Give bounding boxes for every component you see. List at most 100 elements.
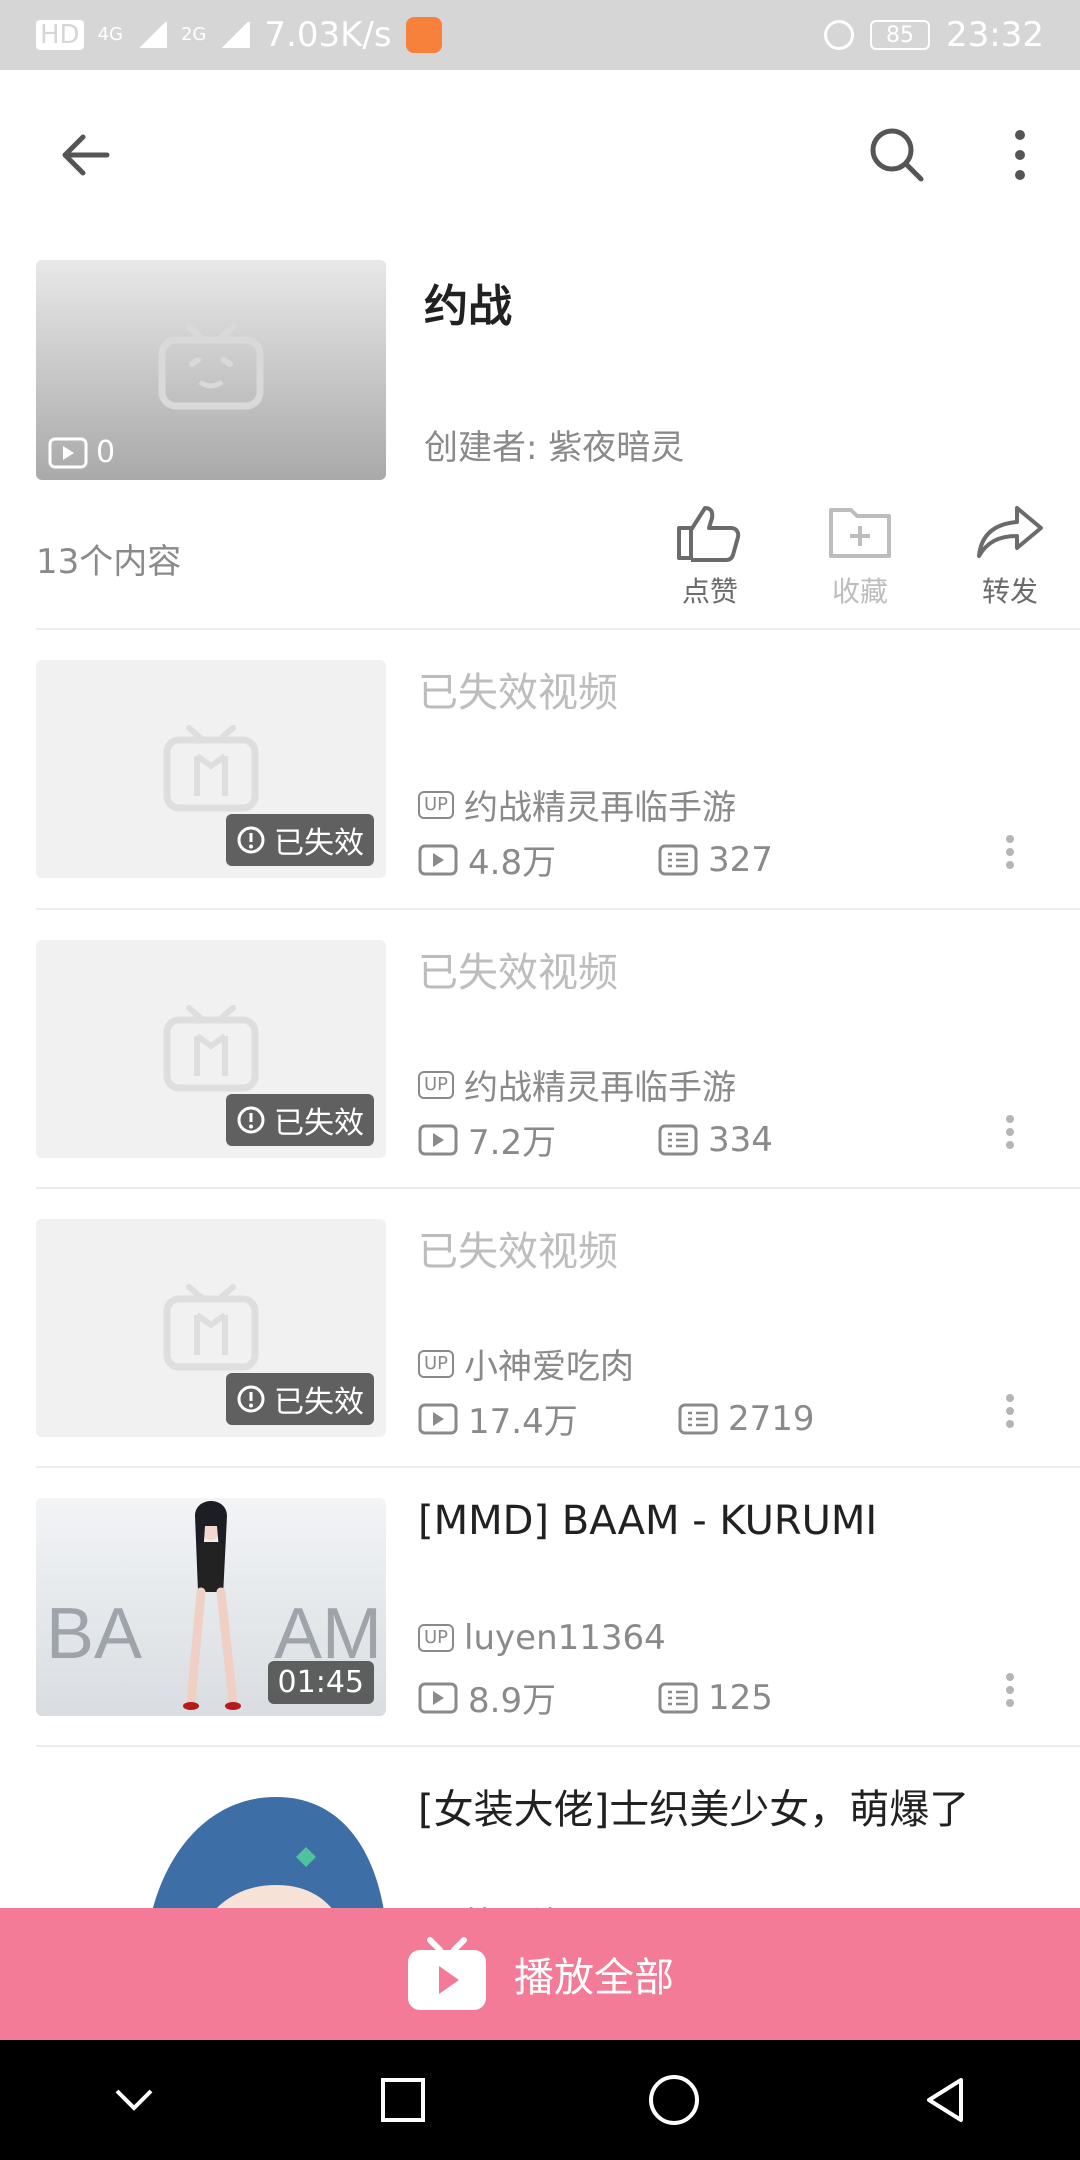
video-title[interactable]: [MMD] BAAM - KURUMI bbox=[418, 1498, 877, 1544]
signal-icon bbox=[136, 22, 167, 48]
alarm-icon bbox=[824, 20, 855, 50]
hd-indicator: HD bbox=[36, 20, 84, 50]
item-more-button[interactable] bbox=[1000, 1110, 1020, 1160]
uploader[interactable]: UP luyen11364 bbox=[418, 1618, 666, 1658]
arrow-left-icon bbox=[62, 134, 110, 176]
video-thumbnail[interactable]: 已失效 bbox=[36, 940, 386, 1158]
circle-icon bbox=[649, 2075, 700, 2125]
up-badge: UP bbox=[418, 1070, 455, 1099]
thumbs-up-icon bbox=[677, 506, 741, 562]
uploader[interactable]: UP 约战精灵再临手游 bbox=[418, 780, 736, 829]
playlist-title: 约战 bbox=[424, 281, 512, 332]
invalid-tv-icon bbox=[163, 1005, 259, 1092]
net1-label: 4G bbox=[97, 24, 123, 45]
square-icon bbox=[380, 2078, 425, 2122]
play-all-button[interactable]: 播放全部 bbox=[0, 1908, 1080, 2040]
share-label: 转发 bbox=[981, 575, 1038, 608]
alert-icon bbox=[237, 826, 265, 854]
search-button[interactable] bbox=[862, 120, 932, 190]
play-icon bbox=[418, 1403, 458, 1434]
signal-icon bbox=[220, 22, 251, 48]
invalid-tv-icon bbox=[163, 1284, 259, 1371]
video-thumbnail[interactable]: 已失效 bbox=[36, 1219, 386, 1437]
nav-home-button[interactable] bbox=[646, 2072, 702, 2128]
battery-indicator: 85 bbox=[870, 20, 931, 50]
danmaku-count: 327 bbox=[658, 840, 773, 880]
like-button[interactable]: 点赞 bbox=[650, 502, 770, 610]
more-vertical-icon bbox=[1015, 130, 1025, 180]
danmaku-count: 334 bbox=[658, 1120, 773, 1160]
nav-recents-button[interactable] bbox=[378, 2075, 428, 2125]
uploader[interactable]: UP 小神爱吃肉 bbox=[418, 1339, 634, 1388]
danmaku-count: 125 bbox=[658, 1678, 773, 1718]
danmaku-icon bbox=[658, 844, 698, 875]
danmaku-count: 2719 bbox=[678, 1399, 815, 1439]
bilibili-play-icon bbox=[408, 1937, 486, 2010]
video-thumbnail[interactable]: BA AM 01:45 bbox=[36, 1498, 386, 1716]
playlist-header: 0 约战 创建者: 紫夜暗灵 bbox=[0, 260, 1080, 490]
video-title[interactable]: [女装大佬]士织美少女，萌爆了 bbox=[418, 1777, 969, 1835]
more-button[interactable] bbox=[990, 120, 1050, 190]
uploader[interactable]: UP 约战精灵再临手游 bbox=[418, 1060, 736, 1109]
thumb-text-left: BA bbox=[46, 1594, 143, 1674]
triangle-back-icon bbox=[926, 2078, 963, 2122]
favorite-button[interactable]: 收藏 bbox=[800, 502, 920, 610]
play-icon bbox=[418, 1124, 458, 1155]
video-title[interactable]: 已失效视频 bbox=[418, 660, 618, 718]
alert-icon bbox=[237, 1106, 265, 1134]
share-button[interactable]: 转发 bbox=[950, 502, 1070, 610]
up-badge: UP bbox=[418, 1624, 455, 1652]
list-item[interactable]: 已失效 已失效视频 UP 约战精灵再临手游 7.2万 334 bbox=[0, 910, 1080, 1188]
play-count: 8.9万 bbox=[418, 1673, 658, 1722]
video-thumbnail[interactable]: 已失效 bbox=[36, 660, 386, 878]
danmaku-icon bbox=[678, 1403, 718, 1434]
play-icon bbox=[418, 1682, 458, 1713]
playlist-actions: 13个内容 点赞 收藏 转发 bbox=[0, 490, 1080, 630]
bilibili-tv-icon bbox=[158, 323, 264, 410]
play-count: 4.8万 bbox=[418, 835, 658, 884]
status-bar: HD 4G 2G 7.03K/s 85 23:32 bbox=[0, 0, 1080, 70]
video-meta: 7.2万 334 bbox=[418, 1115, 773, 1164]
item-more-button[interactable] bbox=[1000, 830, 1020, 880]
video-title[interactable]: 已失效视频 bbox=[418, 1219, 618, 1277]
list-item[interactable]: BA AM 01:45 [MMD] BAAM - KURUMI UP luyen1… bbox=[0, 1468, 1080, 1746]
uc-browser-icon bbox=[405, 17, 442, 53]
play-count: 17.4万 bbox=[418, 1394, 678, 1443]
character-figure bbox=[183, 1501, 241, 1710]
nav-down-button[interactable] bbox=[109, 2075, 159, 2125]
play-all-label: 播放全部 bbox=[514, 1955, 674, 2001]
up-badge: UP bbox=[418, 790, 455, 819]
video-meta: 8.9万 125 bbox=[418, 1673, 773, 1722]
video-count-badge: 0 bbox=[48, 435, 115, 470]
folder-add-icon bbox=[829, 508, 891, 558]
back-button[interactable] bbox=[50, 120, 120, 190]
nav-back-button[interactable] bbox=[921, 2075, 971, 2125]
system-nav-bar bbox=[0, 2040, 1080, 2160]
like-label: 点赞 bbox=[681, 575, 738, 608]
alert-icon bbox=[237, 1385, 265, 1413]
play-count: 7.2万 bbox=[418, 1115, 658, 1164]
net2-label: 2G bbox=[180, 24, 207, 45]
item-more-button[interactable] bbox=[1000, 1389, 1020, 1439]
list-item[interactable]: 已失效 已失效视频 UP 约战精灵再临手游 4.8万 327 bbox=[0, 630, 1080, 908]
danmaku-icon bbox=[658, 1682, 698, 1713]
item-more-button[interactable] bbox=[1000, 1668, 1020, 1718]
video-meta: 4.8万 327 bbox=[418, 835, 773, 884]
video-title[interactable]: 已失效视频 bbox=[418, 940, 618, 998]
duration-badge: 01:45 bbox=[267, 1661, 374, 1704]
video-meta: 17.4万 2719 bbox=[418, 1394, 815, 1443]
playlist-cover[interactable]: 0 bbox=[36, 260, 386, 480]
danmaku-icon bbox=[658, 1124, 698, 1155]
share-icon bbox=[977, 506, 1043, 558]
network-speed: 7.03K/s bbox=[264, 15, 392, 55]
favorite-label: 收藏 bbox=[831, 575, 888, 608]
playlist-creator[interactable]: 创建者: 紫夜暗灵 bbox=[424, 420, 684, 469]
top-bar bbox=[0, 70, 1080, 240]
search-icon bbox=[870, 128, 924, 182]
chevron-down-icon bbox=[115, 2089, 153, 2111]
play-icon bbox=[418, 844, 458, 875]
invalid-tv-icon bbox=[163, 725, 259, 812]
status-badge: 已失效 bbox=[226, 1373, 374, 1425]
list-item[interactable]: 已失效 已失效视频 UP 小神爱吃肉 17.4万 2719 bbox=[0, 1189, 1080, 1467]
status-badge: 已失效 bbox=[226, 814, 374, 866]
